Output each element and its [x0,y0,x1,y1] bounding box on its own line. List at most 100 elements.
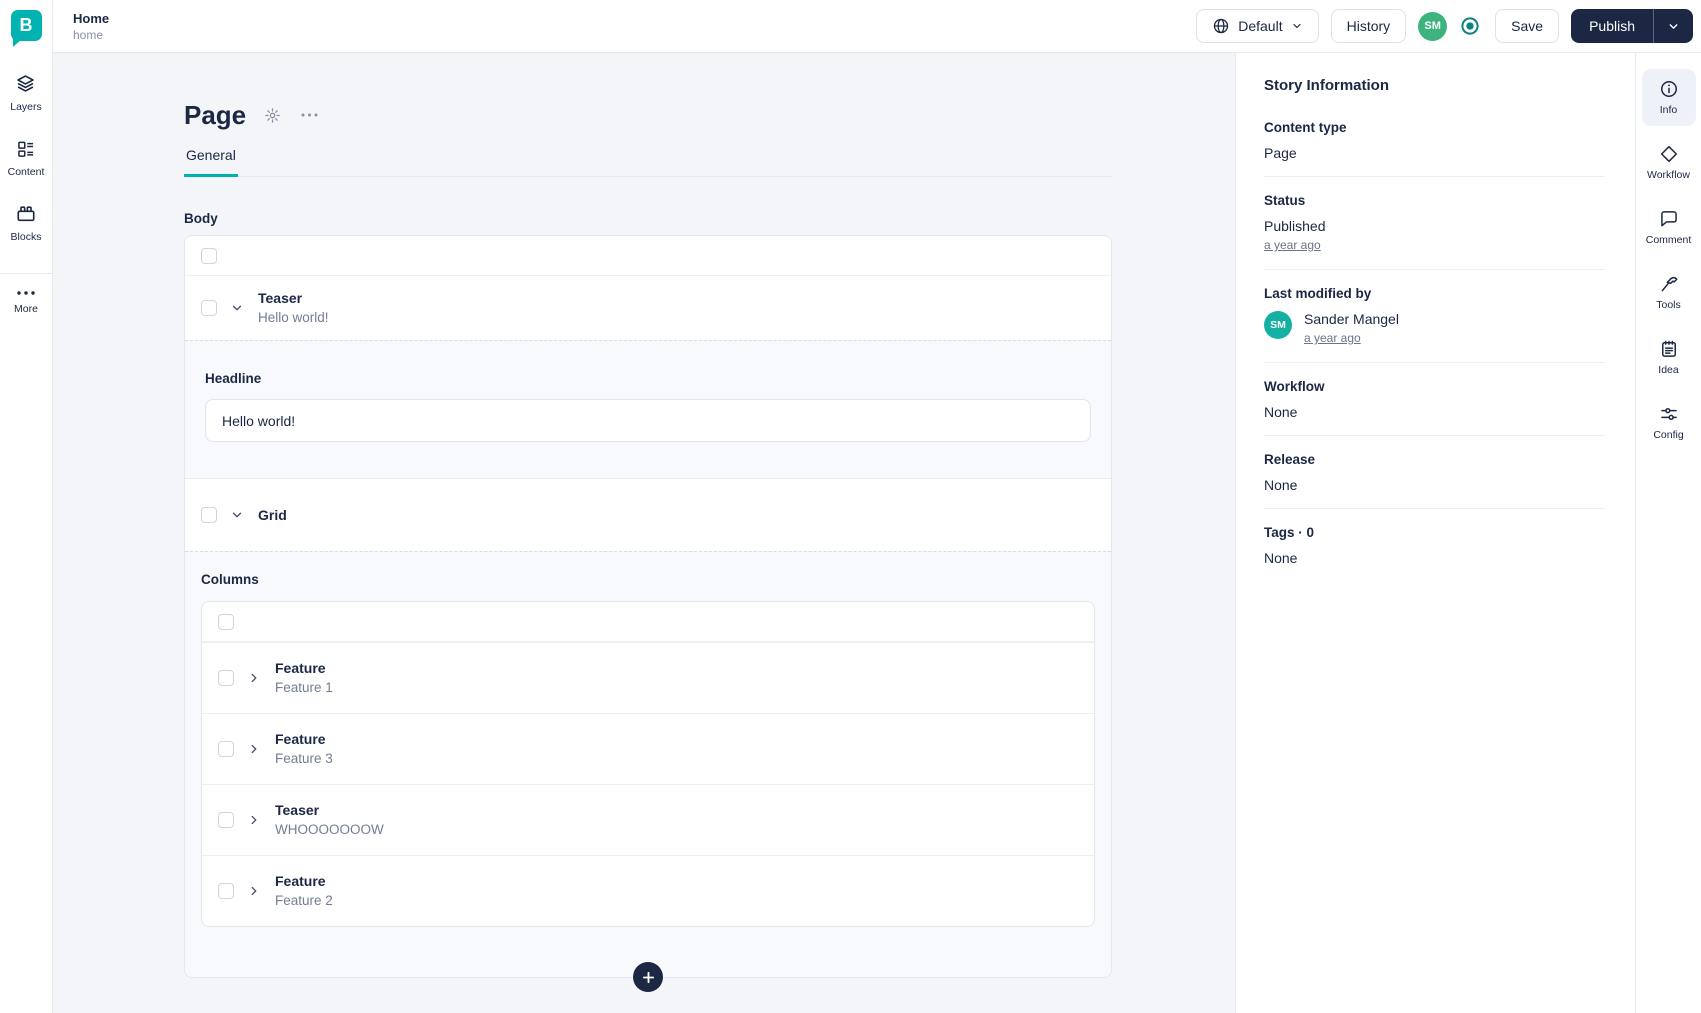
info-label: Release [1264,452,1316,467]
chevron-down-icon [1291,20,1303,32]
topbar: Home home Default History SM Save Publis… [53,0,1701,53]
tags-value: None [1264,550,1298,566]
block-checkbox[interactable] [218,883,234,899]
comment-icon [1659,209,1679,229]
story-information-panel: Story Information Content type Page Stat… [1235,53,1635,1013]
avatar-initials: SM [1270,319,1286,331]
more-options-button[interactable] [299,111,320,119]
block-name: Teaser [275,802,320,818]
block-preview: WHOOOOOOOW [275,822,384,837]
gear-icon [264,107,281,124]
right-toolbar: Info Workflow Comment Tools Idea Config [1635,53,1701,1013]
sidebar-item-layers[interactable]: Layers [10,73,42,113]
modified-time-link[interactable]: a year ago [1304,331,1361,345]
config-icon [1659,404,1679,424]
block-row-teaser-whooooooow[interactable]: Teaser WHOOOOOOOW [202,784,1094,855]
history-label: History [1346,18,1391,34]
select-all-checkbox[interactable] [201,247,217,264]
storyblok-logo[interactable]: B [10,10,42,47]
info-icon [1659,79,1679,99]
live-status-button[interactable] [1459,15,1481,37]
rightbar-item-tools[interactable]: Tools [1642,264,1696,321]
field-label-columns: Columns [201,572,259,587]
info-label: Content type [1264,120,1347,135]
status-time-link[interactable]: a year ago [1264,238,1321,252]
history-button[interactable]: History [1330,9,1407,43]
workflow-icon [1659,144,1679,164]
field-label-body: Body [184,211,218,226]
body-block-list: Teaser Hello world! Headline Grid Column… [184,235,1112,992]
info-section-tags: Tags · 0 None [1264,509,1605,581]
publish-dropdown-button[interactable] [1653,9,1693,43]
block-row-feature-1[interactable]: Feature Feature 1 [202,642,1094,713]
block-checkbox[interactable] [201,507,217,523]
topbar-actions: Default History SM Save Publish [1196,9,1701,43]
block-preview: Feature 2 [275,893,333,908]
editor-tabs: General [184,147,1112,177]
tab-general[interactable]: General [184,147,238,177]
block-checkbox[interactable] [218,741,234,757]
block-checkbox[interactable] [218,812,234,828]
plus-icon [642,971,655,984]
chevron-right-icon[interactable] [247,742,261,756]
language-label: Default [1238,18,1283,34]
editor-content-column: Page General Body Teaser Hello world! He… [184,53,1112,992]
page-header: Page [184,97,1112,133]
columns-block-list: Feature Feature 1 Feature Feature 3 Teas… [201,601,1095,927]
block-preview: Feature 3 [275,751,333,766]
more-icon [16,290,36,296]
content-icon [16,139,36,159]
chevron-right-icon[interactable] [247,813,261,827]
block-checkbox[interactable] [218,670,234,686]
chevron-down-icon[interactable] [230,508,244,522]
grid-expanded-panel: Columns Feature Feature 1 Feature Featur… [185,551,1111,977]
chevron-down-icon[interactable] [230,301,244,315]
block-row-teaser[interactable]: Teaser Hello world! [185,276,1111,340]
breadcrumb[interactable]: Home home [73,11,109,42]
editor-main: Page General Body Teaser Hello world! He… [53,53,1235,1013]
rightbar-item-label: Info [1659,104,1678,116]
info-label: Last modified by [1264,286,1372,301]
rightbar-item-workflow[interactable]: Workflow [1642,134,1696,191]
chevron-right-icon[interactable] [247,884,261,898]
layers-icon [15,73,36,94]
block-preview: Feature 1 [275,680,333,695]
headline-input[interactable] [205,399,1091,442]
publish-button[interactable]: Publish [1571,9,1653,43]
sidebar-item-blocks[interactable]: Blocks [10,204,42,243]
block-row-feature-3[interactable]: Feature Feature 3 [202,713,1094,784]
info-section-release: Release None [1264,436,1605,509]
sidebar-item-label: Content [7,166,45,178]
ellipsis-icon [301,113,318,117]
add-block-button[interactable] [633,962,663,992]
save-button[interactable]: Save [1495,9,1560,43]
rightbar-item-info[interactable]: Info [1641,69,1696,126]
block-row-feature-2[interactable]: Feature Feature 2 [202,855,1094,926]
columns-select-all-row [202,602,1094,642]
sidebar-item-content[interactable]: Content [7,139,45,178]
story-information-title: Story Information [1264,77,1390,94]
modified-user-name: Sander Mangel [1304,311,1399,327]
teaser-expanded-panel: Headline [185,340,1111,479]
logo-letter: B [19,15,33,35]
chevron-down-icon [1667,20,1680,33]
user-avatar[interactable]: SM [1418,11,1448,41]
publish-label: Publish [1589,18,1635,34]
sidebar-item-more[interactable]: More [14,290,38,315]
block-checkbox[interactable] [201,300,217,316]
rightbar-item-idea[interactable]: Idea [1642,329,1696,386]
info-section-content-type: Content type Page [1264,104,1605,177]
info-section-last-modified: Last modified by SM Sander Mangel a year… [1264,270,1605,363]
rightbar-item-config[interactable]: Config [1642,394,1696,451]
chevron-right-icon[interactable] [247,671,261,685]
block-settings-button[interactable] [262,105,283,126]
block-row-grid[interactable]: Grid [185,479,1111,551]
field-label-headline: Headline [205,371,262,386]
page-title: Page [184,99,247,130]
info-label: Workflow [1264,379,1325,394]
select-all-checkbox[interactable] [218,613,234,630]
sidebar-item-label: Blocks [10,231,42,243]
language-selector-button[interactable]: Default [1196,9,1319,43]
rightbar-item-comment[interactable]: Comment [1642,199,1696,256]
blocks-icon [15,204,37,224]
